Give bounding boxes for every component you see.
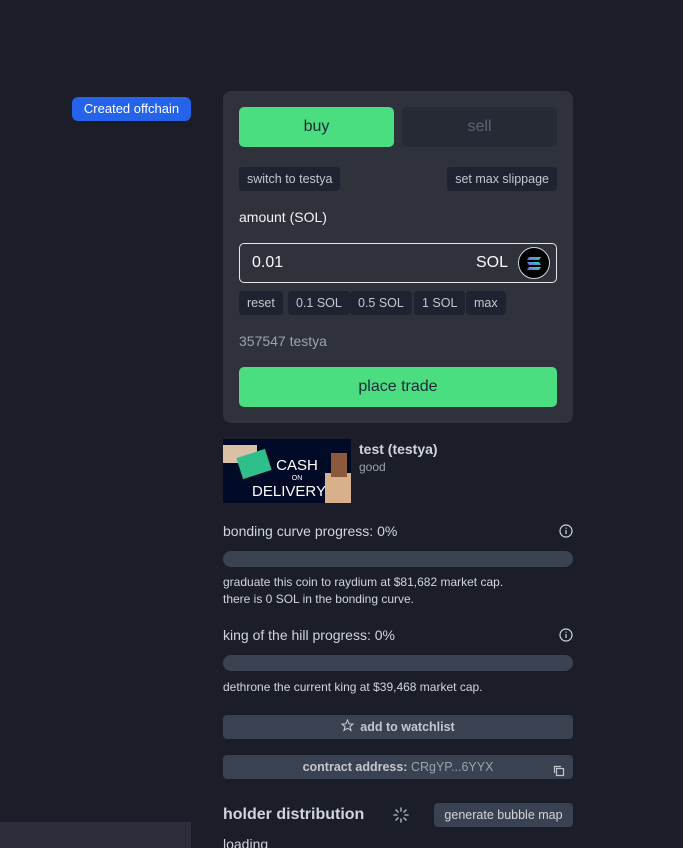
switch-token-button[interactable]: switch to testya (239, 167, 341, 191)
add-to-watchlist-button[interactable]: add to watchlist (223, 715, 573, 739)
amount-input[interactable]: 0.01 SOL (239, 243, 557, 283)
created-offchain-badge: Created offchain (72, 97, 191, 121)
info-icon[interactable] (559, 628, 573, 642)
amount-value[interactable]: 0.01 (252, 244, 283, 282)
quick-amount-0-5[interactable]: 0.5 SOL (350, 291, 412, 315)
coin-image-text-1: CASH (276, 457, 318, 474)
quick-amount-1[interactable]: 1 SOL (414, 291, 466, 315)
amount-label: amount (SOL) (239, 209, 327, 225)
king-of-hill-progress-bar (223, 655, 573, 671)
bonding-curve-progress-bar (223, 551, 573, 567)
loading-text: loading (223, 836, 269, 848)
contract-address-value: CRgYP...6YYX (410, 760, 494, 774)
star-icon (340, 716, 355, 740)
coin-image: CASH ON DELIVERY (223, 439, 351, 503)
bonding-curve-note-graduate: graduate this coin to raydium at $81,682… (223, 575, 504, 589)
contract-address-button[interactable]: contract address: CRgYP...6YYX (223, 755, 573, 779)
generate-bubble-map-button[interactable]: generate bubble map (434, 803, 573, 827)
quick-amount-reset[interactable]: reset (239, 291, 283, 315)
coin-name: test (testya) (359, 441, 438, 457)
coin-image-text-3: DELIVERY (252, 483, 326, 500)
amount-unit: SOL (475, 254, 508, 271)
sell-tab[interactable]: sell (402, 107, 557, 147)
loading-spinner-icon (393, 807, 409, 823)
quick-amount-max[interactable]: max (466, 291, 506, 315)
watchlist-label: add to watchlist (360, 720, 455, 734)
sidebar-footer (0, 822, 191, 848)
contract-address-label: contract address: (302, 760, 408, 774)
info-icon[interactable] (559, 524, 573, 538)
token-balance: 357547 testya (239, 333, 327, 349)
copy-icon[interactable] (553, 761, 565, 785)
coin-image-text-2: ON (292, 475, 303, 482)
solana-icon (518, 247, 550, 279)
coin-description: good (359, 460, 386, 474)
place-trade-button[interactable]: place trade (239, 367, 557, 407)
king-of-hill-note: dethrone the current king at $39,468 mar… (223, 680, 483, 694)
bonding-curve-label: bonding curve progress: 0% (223, 523, 398, 539)
quick-amount-0-1[interactable]: 0.1 SOL (288, 291, 350, 315)
holder-distribution-title: holder distribution (223, 806, 365, 823)
trade-panel: buy sell switch to testya set max slippa… (223, 91, 573, 423)
buy-tab[interactable]: buy (239, 107, 394, 147)
king-of-hill-label: king of the hill progress: 0% (223, 627, 395, 643)
max-slippage-button[interactable]: set max slippage (447, 167, 557, 191)
bonding-curve-note-sol: there is 0 SOL in the bonding curve. (223, 592, 415, 606)
